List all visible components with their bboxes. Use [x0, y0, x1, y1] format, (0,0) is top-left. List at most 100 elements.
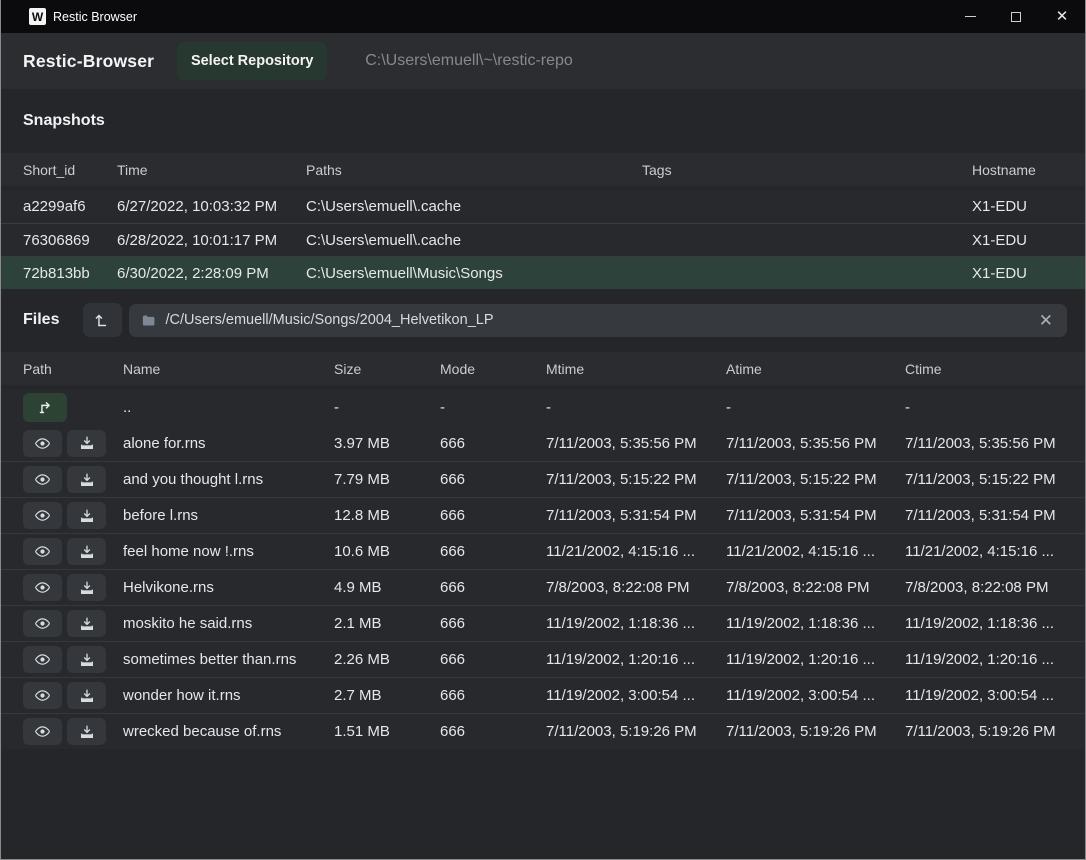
preview-file-button[interactable]	[23, 682, 62, 709]
eye-icon	[34, 579, 51, 596]
folder-icon	[141, 313, 156, 328]
download-file-button[interactable]	[67, 430, 106, 457]
snapshot-time: 6/28/2022, 10:01:17 PM	[117, 232, 306, 249]
snapshot-short-id: 76306869	[23, 232, 117, 249]
file-mode: 666	[440, 435, 546, 452]
preview-file-button[interactable]	[23, 646, 62, 673]
file-name: and you thought l.rns	[123, 471, 334, 488]
snapshot-row[interactable]: a2299af6 6/27/2022, 10:03:32 PM C:\Users…	[1, 190, 1085, 223]
minimize-button[interactable]	[947, 0, 993, 33]
snapshot-short-id: a2299af6	[23, 198, 117, 215]
file-size: 2.1 MB	[334, 615, 440, 632]
file-size: 10.6 MB	[334, 543, 440, 560]
files-heading: Files	[23, 311, 59, 329]
download-file-button[interactable]	[67, 466, 106, 493]
file-ctime: 11/21/2002, 4:15:16 ...	[905, 543, 1067, 560]
file-mtime: 7/11/2003, 5:31:54 PM	[546, 507, 726, 524]
snapshot-hostname: X1-EDU	[972, 232, 1067, 249]
file-name: before l.rns	[123, 507, 334, 524]
titlebar: W Restic Browser ✕	[1, 0, 1085, 33]
download-icon	[79, 544, 95, 560]
download-icon	[79, 616, 95, 632]
column-header-atime: Atime	[726, 361, 905, 377]
file-atime: 7/11/2003, 5:19:26 PM	[726, 723, 905, 740]
snapshot-short-id: 72b813bb	[23, 265, 117, 282]
file-atime: 7/11/2003, 5:15:22 PM	[726, 471, 905, 488]
preview-file-button[interactable]	[23, 430, 62, 457]
files-bar: Files ✕	[1, 302, 1085, 338]
file-actions	[23, 502, 123, 529]
eye-icon	[34, 543, 51, 560]
file-actions	[23, 574, 123, 601]
maximize-button[interactable]	[993, 0, 1039, 33]
app-logo-icon: W	[29, 8, 46, 25]
file-mode: 666	[440, 651, 546, 668]
download-file-button[interactable]	[67, 538, 106, 565]
preview-file-button[interactable]	[23, 502, 62, 529]
file-mtime: 7/11/2003, 5:35:56 PM	[546, 435, 726, 452]
preview-file-button[interactable]	[23, 610, 62, 637]
go-up-button[interactable]	[23, 393, 67, 422]
file-ctime: 7/11/2003, 5:31:54 PM	[905, 507, 1067, 524]
parent-size: -	[334, 399, 440, 416]
column-header-mode: Mode	[440, 361, 546, 377]
download-icon	[79, 688, 95, 704]
eye-icon	[34, 615, 51, 632]
app-title: Restic-Browser	[23, 51, 154, 72]
close-button[interactable]: ✕	[1039, 0, 1085, 33]
eye-icon	[34, 507, 51, 524]
snapshot-row[interactable]: 72b813bb 6/30/2022, 2:28:09 PM C:\Users\…	[1, 256, 1085, 289]
up-right-arrow-icon	[37, 399, 54, 416]
snapshot-time: 6/27/2022, 10:03:32 PM	[117, 198, 306, 215]
file-actions	[23, 610, 123, 637]
file-name: alone for.rns	[123, 435, 334, 452]
preview-file-button[interactable]	[23, 538, 62, 565]
minimize-icon	[965, 16, 976, 17]
file-ctime: 11/19/2002, 1:18:36 ...	[905, 615, 1067, 632]
download-file-button[interactable]	[67, 610, 106, 637]
file-row: and you thought l.rns 7.79 MB 666 7/11/2…	[1, 461, 1085, 497]
file-mtime: 11/21/2002, 4:15:16 ...	[546, 543, 726, 560]
file-size: 7.79 MB	[334, 471, 440, 488]
toolbar: Restic-Browser Select Repository C:\User…	[1, 33, 1085, 89]
download-icon	[79, 652, 95, 668]
download-file-button[interactable]	[67, 502, 106, 529]
select-repository-button[interactable]: Select Repository	[177, 42, 327, 80]
file-name: sometimes better than.rns	[123, 651, 334, 668]
parent-atime: -	[726, 399, 905, 416]
snapshot-row[interactable]: 76306869 6/28/2022, 10:01:17 PM C:\Users…	[1, 223, 1085, 256]
window-title: Restic Browser	[53, 10, 137, 24]
file-actions	[23, 466, 123, 493]
file-size: 12.8 MB	[334, 507, 440, 524]
clear-path-button[interactable]: ✕	[1037, 312, 1055, 329]
download-file-button[interactable]	[67, 646, 106, 673]
app-window: W Restic Browser ✕ Restic-Browser Select…	[0, 0, 1086, 860]
snapshot-hostname: X1-EDU	[972, 198, 1067, 215]
repository-path-field[interactable]: C:\Users\emuell\~\restic-repo	[365, 52, 573, 70]
file-name: moskito he said.rns	[123, 615, 334, 632]
preview-file-button[interactable]	[23, 574, 62, 601]
snapshots-table-header: Short_id Time Paths Tags Hostname	[1, 153, 1085, 186]
file-mode: 666	[440, 543, 546, 560]
file-mode: 666	[440, 723, 546, 740]
path-input[interactable]	[165, 312, 1036, 328]
file-actions	[23, 682, 123, 709]
file-actions	[23, 718, 123, 745]
file-atime: 7/8/2003, 8:22:08 PM	[726, 579, 905, 596]
preview-file-button[interactable]	[23, 718, 62, 745]
file-atime: 11/19/2002, 1:20:16 ...	[726, 651, 905, 668]
file-atime: 11/19/2002, 1:18:36 ...	[726, 615, 905, 632]
file-atime: 7/11/2003, 5:31:54 PM	[726, 507, 905, 524]
parent-name: ..	[123, 399, 334, 416]
file-atime: 11/21/2002, 4:15:16 ...	[726, 543, 905, 560]
file-mtime: 11/19/2002, 1:18:36 ...	[546, 615, 726, 632]
download-file-button[interactable]	[67, 718, 106, 745]
eye-icon	[34, 723, 51, 740]
download-file-button[interactable]	[67, 682, 106, 709]
preview-file-button[interactable]	[23, 466, 62, 493]
file-ctime: 7/11/2003, 5:35:56 PM	[905, 435, 1067, 452]
download-file-button[interactable]	[67, 574, 106, 601]
file-row: wrecked because of.rns 1.51 MB 666 7/11/…	[1, 713, 1085, 749]
file-mtime: 7/11/2003, 5:15:22 PM	[546, 471, 726, 488]
level-up-button[interactable]	[83, 303, 122, 337]
